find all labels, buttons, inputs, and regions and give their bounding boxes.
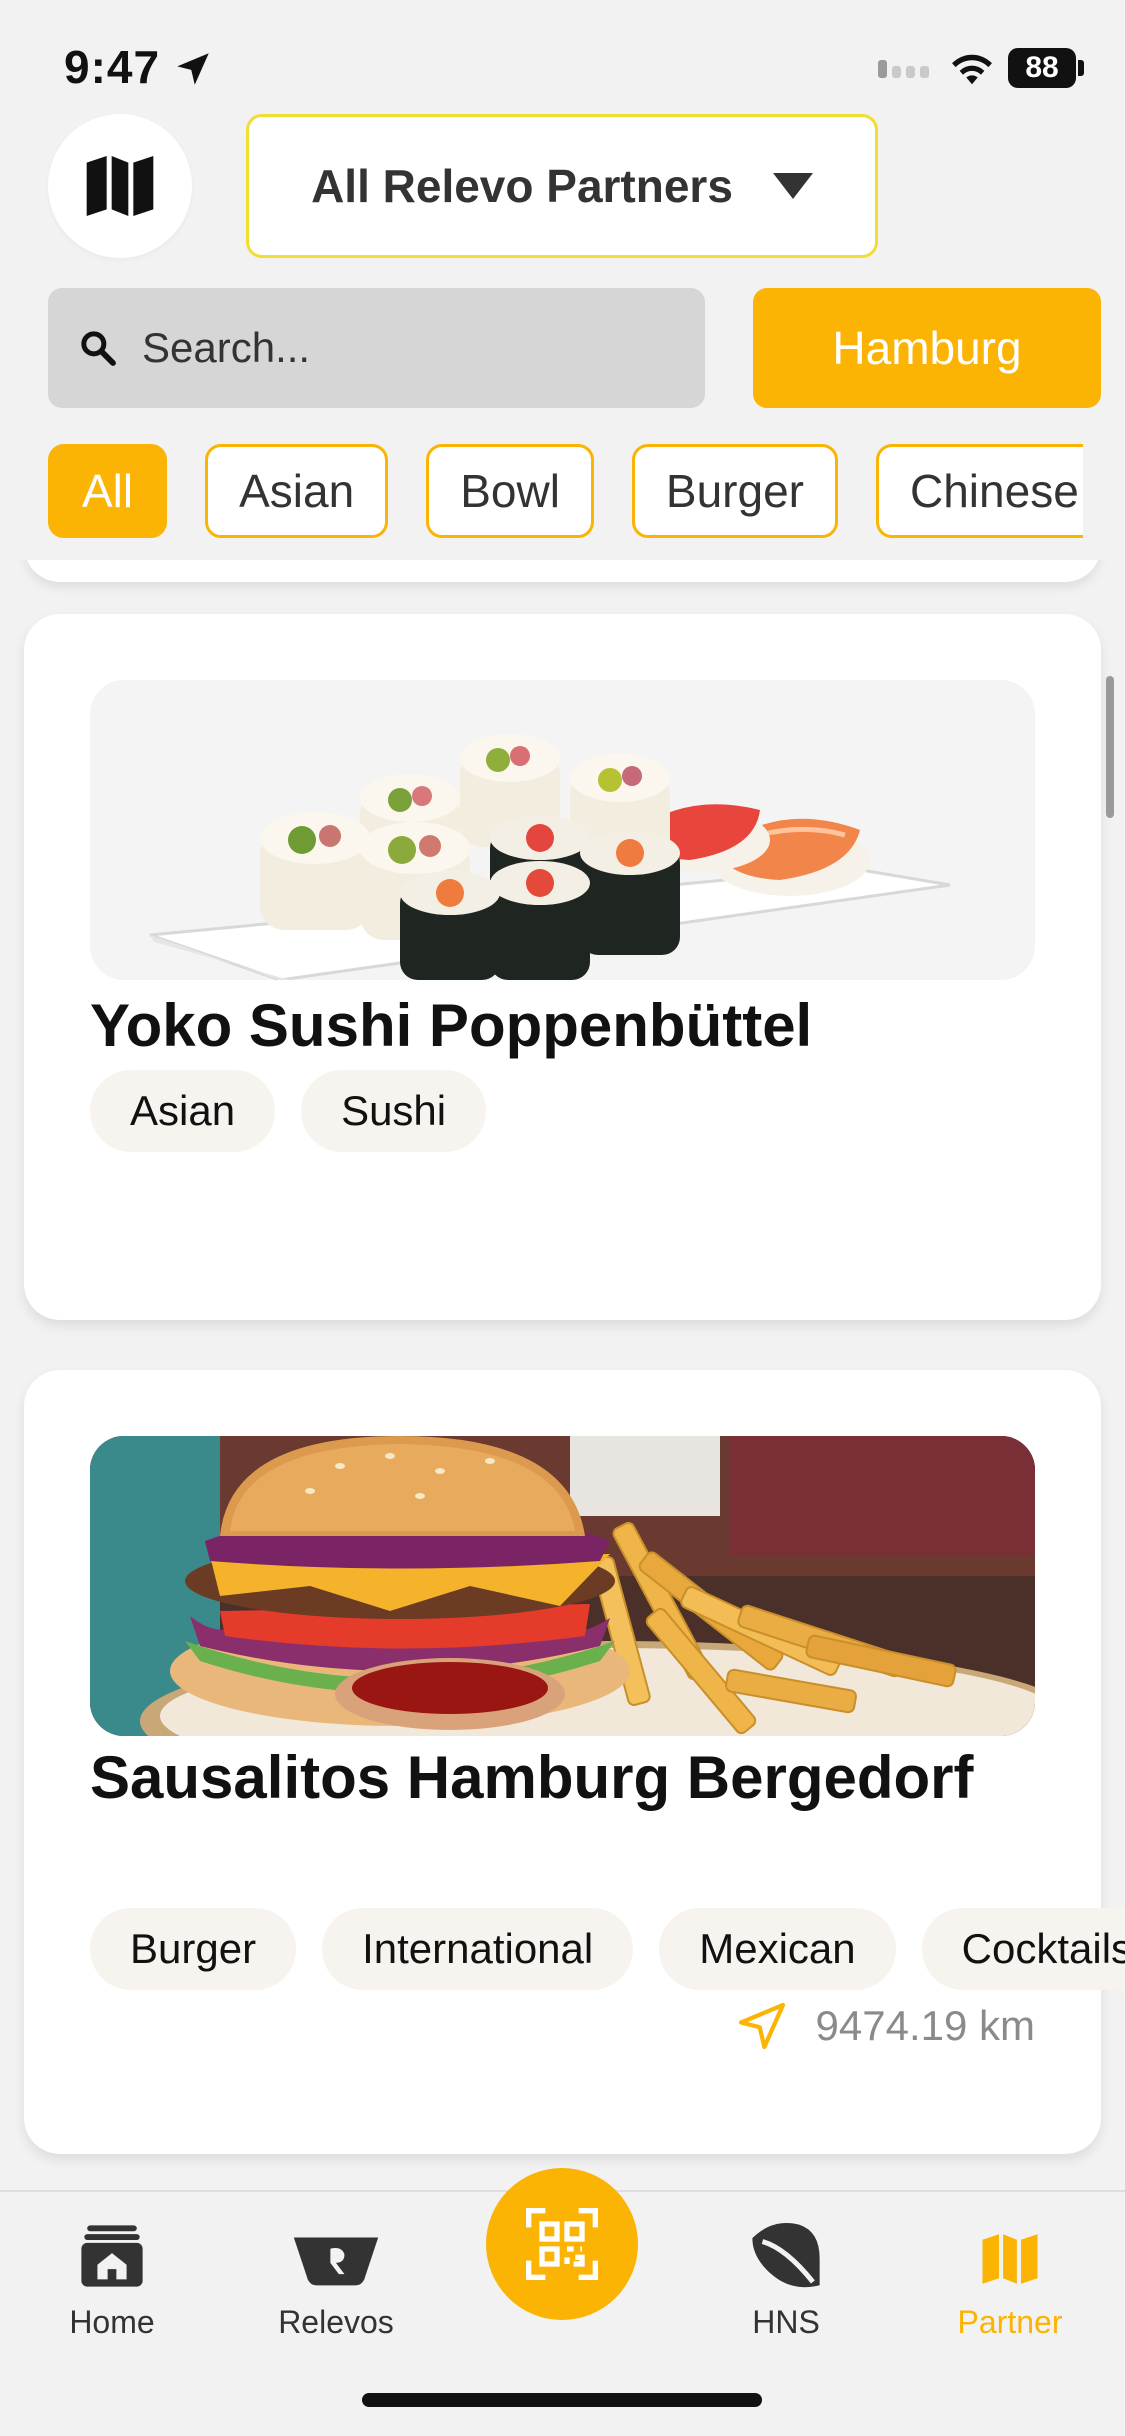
search-input[interactable] <box>142 324 662 372</box>
tab-home[interactable]: Home <box>12 2212 212 2341</box>
leaf-icon <box>741 2212 831 2292</box>
qr-scan-icon <box>526 2208 598 2280</box>
restaurant-tags: Burger International Mexican Cocktails <box>90 1908 1125 1990</box>
battery-indicator: 88 <box>1008 48 1076 88</box>
distance-info: 9474.19 km <box>734 1998 1035 2054</box>
filter-chip-chinese[interactable]: Chinese <box>876 444 1083 538</box>
restaurant-name: Sausalitos Hamburg Bergedorf <box>90 1744 974 1811</box>
map-view-button[interactable] <box>48 114 192 258</box>
tag-mexican: Mexican <box>659 1908 896 1990</box>
cellular-signal-icon <box>878 60 929 78</box>
status-time: 9:47 <box>64 41 161 93</box>
tag-asian: Asian <box>90 1070 276 1152</box>
search-icon <box>81 331 116 366</box>
tab-label: Partner <box>957 2304 1063 2340</box>
previous-card-edge <box>24 560 1101 582</box>
filter-chip-all[interactable]: All <box>48 444 168 538</box>
filter-chip-asian[interactable]: Asian <box>205 444 389 538</box>
caret-down-icon <box>772 173 813 199</box>
home-indicator <box>362 2393 762 2407</box>
city-selector-button[interactable]: Hamburg <box>753 288 1101 408</box>
search-field[interactable] <box>48 288 705 408</box>
tab-label: Home <box>69 2304 155 2340</box>
tab-hns[interactable]: HNS <box>686 2212 886 2341</box>
tag-sushi: Sushi <box>301 1070 487 1152</box>
burger-image <box>90 1436 1035 1736</box>
partner-filter-label: All Relevo Partners <box>311 160 733 212</box>
restaurant-name: Yoko Sushi Poppenbüttel <box>90 992 813 1059</box>
filter-chip-bowl[interactable]: Bowl <box>426 444 594 538</box>
restaurant-tags: Asian Sushi <box>90 1070 487 1152</box>
bowl-icon <box>291 2212 381 2292</box>
map-icon <box>86 156 154 216</box>
location-arrow-icon <box>177 53 209 85</box>
tab-partner[interactable]: Partner <box>910 2212 1110 2341</box>
restaurant-card-sausalitos[interactable]: Sausalitos Hamburg Bergedorf Burger Inte… <box>24 1370 1125 2154</box>
category-filter-bar: All Asian Bowl Burger Chinese <box>48 444 1083 538</box>
qr-scan-button[interactable] <box>486 2168 638 2320</box>
filter-chip-burger[interactable]: Burger <box>631 444 838 538</box>
distance-value: 9474.19 km <box>815 2002 1035 2049</box>
tag-burger: Burger <box>90 1908 297 1990</box>
map-icon <box>965 2212 1055 2292</box>
home-icon <box>67 2212 157 2292</box>
wifi-icon <box>952 54 992 85</box>
battery-tip <box>1078 60 1084 76</box>
restaurant-card-yoko-sushi[interactable]: Yoko Sushi Poppenbüttel Asian Sushi <box>24 614 1101 1320</box>
partner-filter-dropdown[interactable]: All Relevo Partners <box>246 114 878 258</box>
tag-international: International <box>322 1908 634 1990</box>
restaurant-list[interactable]: Yoko Sushi Poppenbüttel Asian Sushi Saus… <box>0 560 1125 2190</box>
navigation-arrow-icon <box>738 2002 785 2050</box>
tab-relevos[interactable]: Relevos <box>236 2212 436 2341</box>
tab-label: HNS <box>752 2304 820 2340</box>
sushi-image <box>90 680 1035 980</box>
scroll-indicator[interactable] <box>1106 676 1114 818</box>
tab-label: Relevos <box>278 2304 394 2340</box>
tag-cocktails: Cocktails <box>921 1908 1125 1990</box>
